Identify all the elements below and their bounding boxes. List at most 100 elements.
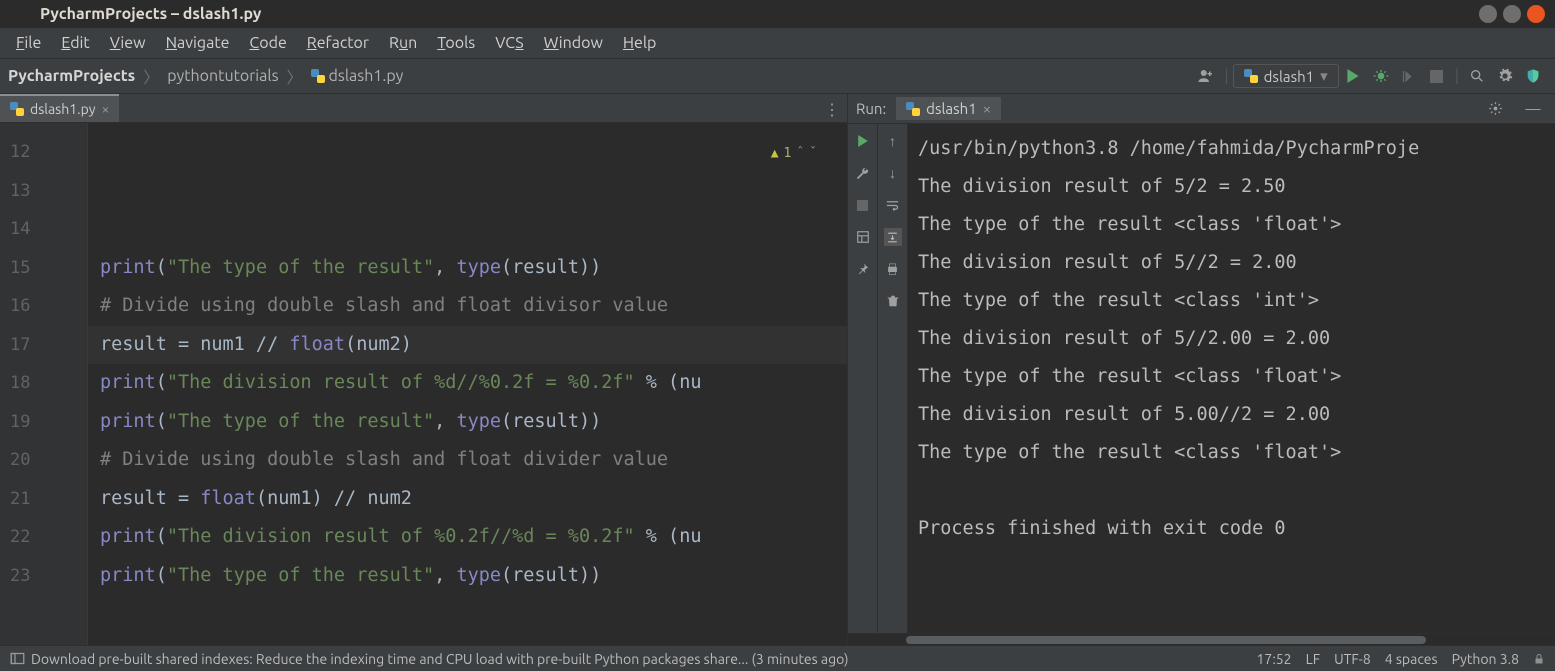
code-line[interactable]: print("The type of the result", type(res…	[100, 249, 847, 288]
run-tab[interactable]: dslash1 ×	[896, 97, 1001, 120]
stop-button[interactable]	[854, 196, 872, 214]
lock-icon[interactable]	[1533, 653, 1545, 665]
scroll-to-end-icon[interactable]	[884, 228, 902, 246]
pin-icon[interactable]	[854, 260, 872, 278]
editor-tab[interactable]: dslash1.py ×	[0, 94, 119, 122]
line-number[interactable]: 13	[10, 172, 87, 211]
tool-windows-icon[interactable]	[10, 651, 25, 666]
editor-body[interactable]: 121314151617181920212223 ▲ 1 ˆ ˇ print("…	[0, 123, 847, 645]
toolbar-separator: |	[1455, 67, 1459, 85]
status-line-separator[interactable]: LF	[1306, 651, 1321, 667]
search-icon[interactable]	[1466, 65, 1488, 87]
menu-tools[interactable]: Tools	[429, 32, 483, 54]
scrollbar-thumb[interactable]	[906, 636, 1426, 644]
python-file-icon	[311, 69, 325, 83]
up-arrow-icon[interactable]: ↑	[884, 132, 902, 150]
line-number[interactable]: 12	[10, 133, 87, 172]
menu-code[interactable]: Code	[241, 32, 294, 54]
shield-icon[interactable]	[1522, 65, 1544, 87]
line-number[interactable]: 21	[10, 480, 87, 519]
code-line[interactable]: result = float(num1) // num2	[100, 480, 847, 519]
console-line: The division result of 5.00//2 = 2.00	[918, 396, 1555, 434]
code-editor[interactable]: ▲ 1 ˆ ˇ print("The type of the result", …	[88, 123, 847, 645]
menu-vcs[interactable]: VCS	[487, 32, 531, 54]
window-close-button[interactable]	[1527, 5, 1545, 23]
code-line[interactable]: print("The division result of %0.2f//%d …	[100, 518, 847, 557]
menu-run[interactable]: Run	[381, 32, 425, 54]
code-line[interactable]: # Divide using double slash and float di…	[100, 287, 847, 326]
console-line: Process finished with exit code 0	[918, 510, 1555, 548]
coverage-button[interactable]	[1398, 65, 1420, 87]
chevron-right-icon: 〉	[143, 64, 159, 88]
chevron-down-icon[interactable]: ˇ	[809, 135, 817, 174]
down-arrow-icon[interactable]: ↓	[884, 164, 902, 182]
line-number[interactable]: 15	[10, 249, 87, 288]
inspection-summary[interactable]: ▲ 1 ˆ ˇ	[771, 135, 817, 174]
window-title: PycharmProjects – dslash1.py	[40, 5, 261, 23]
rerun-button[interactable]	[854, 132, 872, 150]
line-number-gutter[interactable]: 121314151617181920212223	[0, 123, 88, 645]
layout-icon[interactable]	[854, 228, 872, 246]
soft-wrap-icon[interactable]	[884, 196, 902, 214]
menu-view[interactable]: View	[102, 32, 154, 54]
menu-refactor[interactable]: Refactor	[299, 32, 377, 54]
code-line[interactable]: # Divide using double slash and float di…	[100, 441, 847, 480]
code-line[interactable]	[100, 595, 847, 634]
console-line: The division result of 5//2 = 2.00	[918, 244, 1555, 282]
status-encoding[interactable]: UTF-8	[1334, 651, 1371, 667]
print-icon[interactable]	[884, 260, 902, 278]
add-user-icon[interactable]	[1195, 65, 1217, 87]
run-configuration-dropdown[interactable]: dslash1 ▾	[1233, 64, 1339, 88]
breadcrumb-file[interactable]: dslash1.py	[329, 67, 404, 85]
menu-edit[interactable]: Edit	[53, 32, 97, 54]
trash-icon[interactable]	[884, 292, 902, 310]
console-line	[918, 472, 1555, 510]
menu-file[interactable]: File	[8, 32, 49, 54]
status-indent[interactable]: 4 spaces	[1385, 651, 1438, 667]
line-number[interactable]: 22	[10, 518, 87, 557]
wrench-icon[interactable]	[854, 164, 872, 182]
line-number[interactable]: 18	[10, 364, 87, 403]
console-line: The type of the result <class 'float'>	[918, 434, 1555, 472]
menu-navigate[interactable]: Navigate	[158, 32, 238, 54]
menu-window[interactable]: Window	[536, 32, 611, 54]
code-line[interactable]: print("The type of the result", type(res…	[100, 403, 847, 442]
chevron-up-icon[interactable]: ˆ	[796, 135, 804, 174]
toolbar-separator: |	[1224, 67, 1228, 85]
debug-button[interactable]	[1370, 65, 1392, 87]
status-time[interactable]: 17:52	[1257, 651, 1292, 667]
tab-options-icon[interactable]: ⋮	[824, 100, 841, 119]
breadcrumb-project[interactable]: PycharmProjects	[8, 67, 135, 85]
window-maximize-button[interactable]	[1503, 5, 1521, 23]
line-number[interactable]: 14	[10, 210, 87, 249]
run-console-output[interactable]: /usr/bin/python3.8 /home/fahmida/Pycharm…	[908, 124, 1555, 633]
run-button[interactable]	[1342, 65, 1364, 87]
menu-help[interactable]: Help	[615, 32, 665, 54]
line-number[interactable]: 17	[10, 326, 87, 365]
console-line: /usr/bin/python3.8 /home/fahmida/Pycharm…	[918, 130, 1555, 168]
breadcrumb-folder[interactable]: pythontutorials	[167, 67, 278, 85]
console-line: The type of the result <class 'float'>	[918, 358, 1555, 396]
console-line: The division result of 5/2 = 2.50	[918, 168, 1555, 206]
status-interpreter[interactable]: Python 3.8	[1452, 651, 1519, 667]
close-icon[interactable]: ×	[983, 100, 991, 117]
close-icon[interactable]: ×	[101, 101, 109, 117]
gear-icon[interactable]	[1494, 65, 1516, 87]
breadcrumb[interactable]: PycharmProjects 〉 pythontutorials 〉 dsla…	[8, 64, 403, 88]
gear-icon[interactable]	[1484, 98, 1506, 120]
code-line[interactable]: print("The division result of %d//%0.2f …	[100, 364, 847, 403]
line-number[interactable]: 16	[10, 287, 87, 326]
window-minimize-button[interactable]	[1479, 5, 1497, 23]
run-horizontal-scrollbar[interactable]	[848, 633, 1555, 645]
status-bar: Download pre-built shared indexes: Reduc…	[0, 645, 1555, 671]
code-line[interactable]: result = num1 // float(num2)	[100, 326, 847, 365]
run-left-toolbar	[848, 124, 878, 633]
line-number[interactable]: 19	[10, 403, 87, 442]
code-line[interactable]: print("The type of the result", type(res…	[100, 557, 847, 596]
line-number[interactable]: 20	[10, 441, 87, 480]
status-message[interactable]: Download pre-built shared indexes: Reduc…	[31, 651, 849, 667]
hide-panel-icon[interactable]: —	[1522, 98, 1544, 120]
code-line[interactable]	[100, 634, 847, 646]
line-number[interactable]: 23	[10, 557, 87, 596]
stop-button[interactable]	[1426, 65, 1448, 87]
